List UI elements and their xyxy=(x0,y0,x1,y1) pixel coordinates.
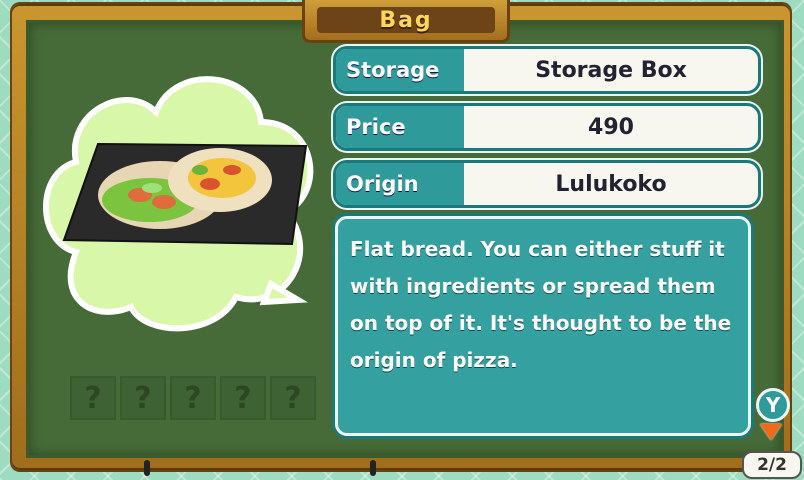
page-indicator: 2/2 xyxy=(742,451,802,479)
title-inner: Bag xyxy=(317,7,495,33)
down-arrow-icon[interactable] xyxy=(760,424,782,440)
peg-left xyxy=(144,460,150,476)
storage-value: Storage Box xyxy=(535,57,687,83)
origin-value: Lulukoko xyxy=(555,171,667,197)
origin-label: Origin xyxy=(336,163,464,205)
storage-row: Storage Storage Box xyxy=(333,46,761,94)
item-description: Flat bread. You can either stuff it with… xyxy=(335,216,751,436)
quality-slots: ? ? ? ? ? xyxy=(70,376,316,420)
flatbread-icon xyxy=(62,142,308,246)
y-button[interactable]: Y xyxy=(756,388,790,422)
title-plate: Bag xyxy=(302,0,510,43)
price-label: Price xyxy=(336,106,464,148)
quality-slot: ? xyxy=(170,376,216,420)
peg-right xyxy=(370,460,376,476)
storage-label: Storage xyxy=(336,49,464,91)
price-row: Price 490 xyxy=(333,103,761,151)
origin-row: Origin Lulukoko xyxy=(333,160,761,208)
quality-slot: ? xyxy=(270,376,316,420)
quality-slot: ? xyxy=(220,376,266,420)
window-title: Bag xyxy=(379,7,433,33)
quality-slot: ? xyxy=(120,376,166,420)
quality-slot: ? xyxy=(70,376,116,420)
price-value: 490 xyxy=(588,114,634,140)
